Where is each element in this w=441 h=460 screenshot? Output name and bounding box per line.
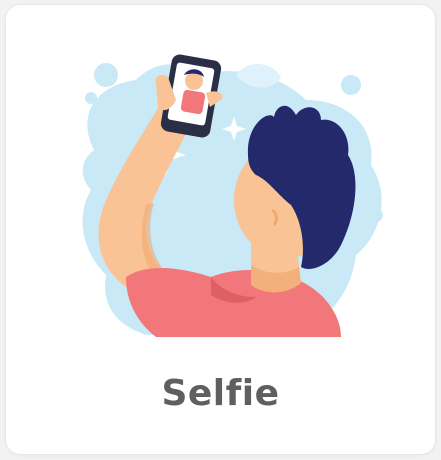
selfie-card[interactable]: Selfie xyxy=(6,5,435,454)
selfie-illustration-icon xyxy=(82,54,383,337)
card-title: Selfie xyxy=(161,373,280,414)
